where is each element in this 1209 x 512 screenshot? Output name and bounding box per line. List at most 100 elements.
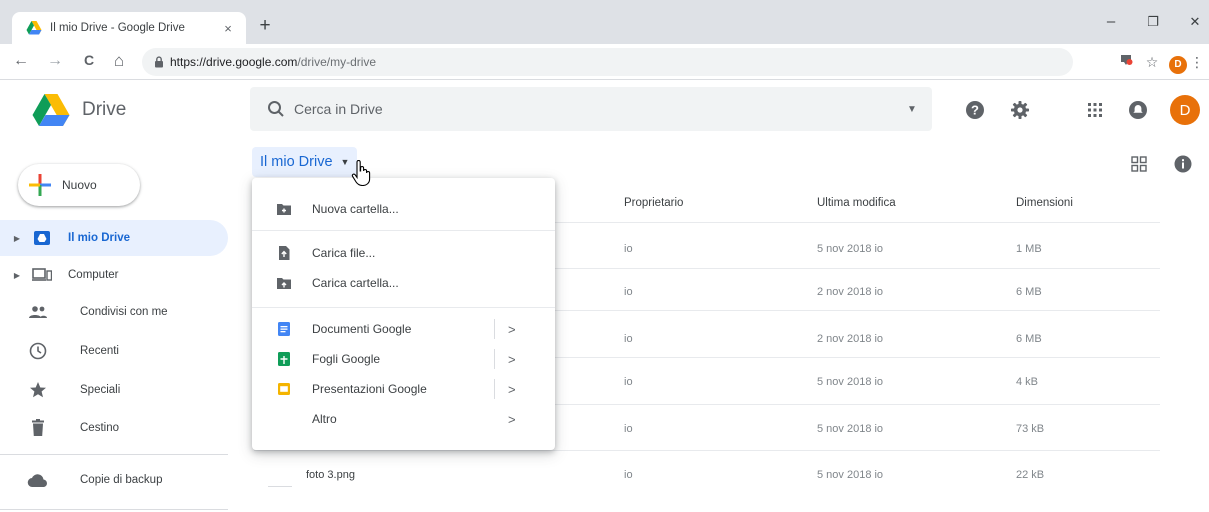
extension-icon[interactable] bbox=[1114, 50, 1138, 74]
sidebar-item-label: Speciali bbox=[80, 384, 121, 396]
sidebar-item-shared[interactable]: Condivisi con me bbox=[0, 294, 228, 330]
menu-item-google-sheets[interactable]: Fogli Google > bbox=[252, 344, 555, 374]
size-cell: 6 MB bbox=[1016, 333, 1042, 345]
chevron-right-icon[interactable]: > bbox=[508, 352, 516, 367]
size-cell: 4 kB bbox=[1016, 376, 1039, 388]
breadcrumb-label: Il mio Drive bbox=[260, 154, 333, 170]
menu-item-upload-folder[interactable]: Carica cartella... bbox=[252, 268, 555, 298]
menu-item-label: Nuova cartella... bbox=[312, 202, 399, 216]
menu-item-label: Documenti Google bbox=[312, 322, 412, 336]
new-button-label: Nuovo bbox=[62, 178, 97, 192]
file-thumbnail bbox=[268, 469, 292, 487]
submenu-divider bbox=[494, 349, 495, 369]
sidebar-item-trash[interactable]: Cestino bbox=[0, 410, 228, 446]
reload-button[interactable]: C bbox=[78, 52, 100, 68]
profile-button[interactable]: D bbox=[1166, 50, 1190, 74]
sidebar-item-recent[interactable]: Recenti bbox=[0, 333, 228, 369]
menu-item-google-slides[interactable]: Presentazioni Google > bbox=[252, 374, 555, 404]
browser-tab[interactable]: Il mio Drive - Google Drive × bbox=[12, 12, 246, 44]
menu-divider bbox=[252, 307, 555, 308]
hand-cursor-icon bbox=[351, 160, 371, 186]
sidebar-item-starred[interactable]: Speciali bbox=[0, 372, 228, 408]
my-drive-icon bbox=[30, 226, 54, 250]
new-button[interactable]: Nuovo bbox=[18, 164, 140, 206]
new-tab-button[interactable]: + bbox=[254, 16, 276, 36]
apps-grid-icon[interactable] bbox=[1082, 97, 1108, 123]
column-header-owner[interactable]: Proprietario bbox=[624, 197, 683, 209]
computer-icon bbox=[30, 263, 54, 287]
browser-menu-icon[interactable]: ⋮ bbox=[1188, 50, 1206, 74]
breadcrumb-my-drive[interactable]: Il mio Drive ▼ bbox=[252, 147, 358, 177]
tab-title: Il mio Drive - Google Drive bbox=[50, 22, 185, 34]
menu-item-label: Altro bbox=[312, 412, 337, 426]
size-cell: 1 MB bbox=[1016, 243, 1042, 255]
owner-cell: io bbox=[624, 469, 633, 481]
google-slides-icon bbox=[278, 383, 290, 395]
drive-favicon-icon bbox=[26, 21, 42, 35]
back-button[interactable]: ← bbox=[10, 52, 32, 70]
expand-arrow-icon[interactable]: ▶ bbox=[4, 271, 20, 280]
close-window-button[interactable]: ✕ bbox=[1180, 12, 1209, 32]
menu-item-label: Fogli Google bbox=[312, 352, 381, 366]
search-options-icon[interactable]: ▼ bbox=[892, 104, 932, 115]
chevron-right-icon[interactable]: > bbox=[508, 322, 516, 337]
url-host: https://drive.google.com bbox=[170, 55, 298, 69]
menu-item-label: Presentazioni Google bbox=[312, 382, 427, 396]
notifications-icon[interactable] bbox=[1125, 97, 1151, 123]
sidebar-item-label: Recenti bbox=[80, 345, 119, 357]
expand-arrow-icon[interactable]: ▶ bbox=[4, 234, 20, 243]
help-icon[interactable]: ? bbox=[962, 97, 988, 123]
drive-logo-icon[interactable] bbox=[32, 93, 70, 127]
minimize-button[interactable]: – bbox=[1096, 12, 1126, 32]
sidebar-item-label: Condivisi con me bbox=[80, 306, 168, 318]
tab-close-icon[interactable]: × bbox=[220, 21, 236, 36]
menu-item-new-folder[interactable]: Nuova cartella... bbox=[252, 194, 555, 224]
size-cell: 22 kB bbox=[1016, 469, 1045, 481]
browser-toolbar: ← → C ⌂ https://drive.google.com /drive/… bbox=[0, 44, 1209, 80]
owner-cell: io bbox=[624, 423, 633, 435]
restore-button[interactable]: ❐ bbox=[1138, 12, 1168, 32]
submenu-divider bbox=[494, 379, 495, 399]
menu-item-upload-file[interactable]: Carica file... bbox=[252, 238, 555, 268]
search-icon[interactable] bbox=[258, 87, 294, 131]
browser-tab-bar: Il mio Drive - Google Drive × + – ❐ ✕ bbox=[0, 0, 1209, 44]
chevron-right-icon[interactable]: > bbox=[508, 382, 516, 397]
search-input[interactable]: Cerca in Drive bbox=[294, 101, 892, 117]
column-header-modified[interactable]: Ultima modifica bbox=[817, 197, 896, 209]
sidebar-item-my-drive[interactable]: ▶ Il mio Drive bbox=[0, 220, 228, 256]
info-icon[interactable] bbox=[1172, 153, 1194, 175]
sidebar-item-label: Computer bbox=[68, 269, 119, 281]
drive-header: Drive Cerca in Drive ▼ ? D bbox=[0, 81, 1209, 139]
star-icon bbox=[26, 378, 50, 402]
url-path: /drive/my-drive bbox=[297, 55, 377, 69]
lock-icon bbox=[155, 56, 163, 68]
search-bar[interactable]: Cerca in Drive ▼ bbox=[250, 87, 932, 131]
breadcrumb-caret-icon[interactable]: ▼ bbox=[341, 157, 350, 167]
chevron-right-icon[interactable]: > bbox=[508, 412, 516, 427]
bookmark-star-icon[interactable]: ☆ bbox=[1140, 50, 1164, 74]
modified-cell: 5 nov 2018 io bbox=[817, 376, 884, 388]
size-cell: 73 kB bbox=[1016, 423, 1045, 435]
menu-item-label: Carica cartella... bbox=[312, 276, 399, 290]
sidebar-item-label: Copie di backup bbox=[80, 474, 163, 486]
column-header-size[interactable]: Dimensioni bbox=[1016, 197, 1073, 209]
account-avatar[interactable]: D bbox=[1170, 95, 1200, 125]
sidebar-item-backups[interactable]: Copie di backup bbox=[0, 462, 228, 498]
grid-view-icon[interactable] bbox=[1128, 153, 1150, 175]
shared-icon bbox=[26, 300, 50, 324]
google-sheets-icon bbox=[278, 352, 290, 366]
svg-text:?: ? bbox=[971, 103, 979, 118]
owner-cell: io bbox=[624, 286, 633, 298]
sidebar-item-label: Il mio Drive bbox=[68, 232, 130, 244]
trash-icon bbox=[26, 416, 50, 440]
row-divider bbox=[254, 450, 1160, 451]
new-plus-icon bbox=[18, 164, 62, 206]
menu-item-google-docs[interactable]: Documenti Google > bbox=[252, 314, 555, 344]
home-button[interactable]: ⌂ bbox=[108, 51, 130, 71]
sidebar-item-computer[interactable]: ▶ Computer bbox=[0, 257, 228, 293]
settings-gear-icon[interactable] bbox=[1007, 97, 1033, 123]
address-bar[interactable]: https://drive.google.com /drive/my-drive bbox=[142, 48, 1073, 76]
menu-item-more[interactable]: Altro > bbox=[252, 404, 555, 434]
forward-button[interactable]: → bbox=[44, 52, 66, 70]
owner-cell: io bbox=[624, 376, 633, 388]
